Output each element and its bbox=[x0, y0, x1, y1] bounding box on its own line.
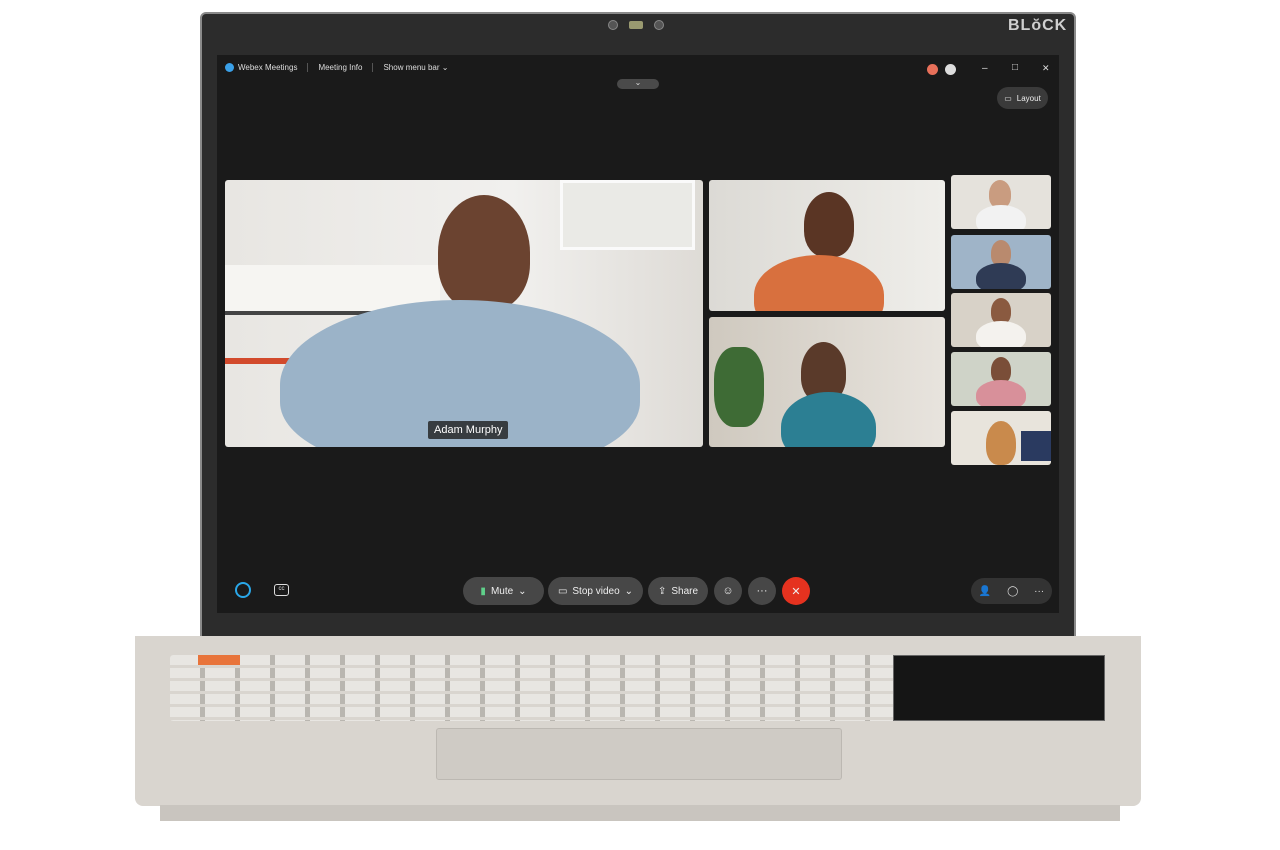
main-video-tile[interactable]: Adam Murphy bbox=[225, 180, 703, 447]
video-tile[interactable] bbox=[951, 175, 1051, 229]
participant-face bbox=[438, 195, 530, 310]
microphone-icon: ▮ bbox=[480, 585, 486, 597]
mute-label: Mute bbox=[490, 585, 514, 597]
collapse-toggle-button[interactable]: ⌄ bbox=[617, 79, 659, 89]
more-options-button[interactable]: ··· bbox=[748, 577, 776, 605]
meeting-info-link[interactable]: Meeting Info bbox=[318, 63, 362, 72]
plant bbox=[714, 347, 764, 427]
connection-icon[interactable] bbox=[945, 64, 956, 75]
video-tile[interactable] bbox=[709, 317, 945, 447]
end-call-button[interactable]: ✕ bbox=[782, 577, 810, 605]
video-tile[interactable] bbox=[951, 411, 1051, 465]
video-tile[interactable] bbox=[709, 180, 945, 311]
camera-icon: ▭ bbox=[557, 585, 568, 597]
touch-display bbox=[893, 655, 1105, 721]
minimize-button[interactable]: – bbox=[982, 63, 988, 74]
stop-video-label: Stop video bbox=[572, 585, 620, 597]
divider bbox=[372, 63, 374, 72]
reactions-button[interactable]: ☺ bbox=[714, 577, 742, 605]
maximize-button[interactable]: □ bbox=[1012, 62, 1018, 73]
participant-name-label: Adam Murphy bbox=[428, 421, 509, 439]
layout-icon: ▭ bbox=[1004, 93, 1012, 103]
close-button[interactable]: ✕ bbox=[1042, 63, 1050, 74]
trackpad bbox=[436, 728, 842, 780]
closed-captions-icon[interactable]: cc bbox=[274, 584, 289, 596]
chat-icon[interactable]: ◯ bbox=[1007, 586, 1018, 597]
participants-icon[interactable]: 👤 bbox=[979, 586, 991, 597]
participant-body bbox=[781, 392, 876, 447]
show-menu-bar-button[interactable]: Show menu bar ⌄ bbox=[383, 63, 448, 72]
smiley-icon: ☺ bbox=[722, 585, 734, 597]
recording-icon[interactable] bbox=[927, 64, 938, 75]
wall-frame bbox=[560, 180, 695, 250]
chevron-down-icon[interactable]: ⌄ bbox=[518, 586, 526, 597]
video-tile[interactable] bbox=[951, 235, 1051, 289]
laptop-foot bbox=[160, 805, 1120, 821]
video-tile[interactable] bbox=[951, 352, 1051, 406]
more-panels-button[interactable]: ··· bbox=[1034, 586, 1044, 597]
video-tile[interactable] bbox=[951, 293, 1051, 347]
stop-video-button[interactable]: ▭ Stop video ⌄ bbox=[548, 577, 643, 605]
chevron-down-icon[interactable]: ⌄ bbox=[625, 586, 633, 597]
layout-label: Layout bbox=[1016, 93, 1041, 103]
mute-button[interactable]: ▮ Mute ⌄ bbox=[463, 577, 544, 605]
webex-assistant-icon[interactable] bbox=[235, 582, 251, 598]
participant-body bbox=[754, 255, 884, 311]
share-label: Share bbox=[671, 585, 699, 597]
participant-face bbox=[804, 192, 854, 257]
escape-key bbox=[198, 655, 240, 665]
webcam-icon bbox=[629, 21, 643, 29]
webex-logo-icon bbox=[225, 63, 234, 72]
share-icon: ⇪ bbox=[657, 585, 667, 597]
brand-logo: BLŏCK bbox=[1008, 17, 1068, 34]
webex-window: Webex Meetings Meeting Info Show menu ba… bbox=[217, 55, 1059, 613]
keyboard bbox=[170, 655, 905, 721]
divider bbox=[307, 63, 309, 72]
webcam-sensor-icon bbox=[608, 20, 618, 30]
share-button[interactable]: ⇪ Share bbox=[648, 577, 708, 605]
layout-button[interactable]: ▭ Layout bbox=[997, 87, 1048, 109]
panel-controls: 👤 ◯ ··· bbox=[971, 578, 1052, 604]
chevron-down-icon: ⌄ bbox=[441, 63, 449, 72]
show-menu-bar-label: Show menu bar bbox=[383, 63, 440, 72]
app-title: Webex Meetings bbox=[238, 63, 298, 72]
webcam-sensor-icon bbox=[654, 20, 664, 30]
